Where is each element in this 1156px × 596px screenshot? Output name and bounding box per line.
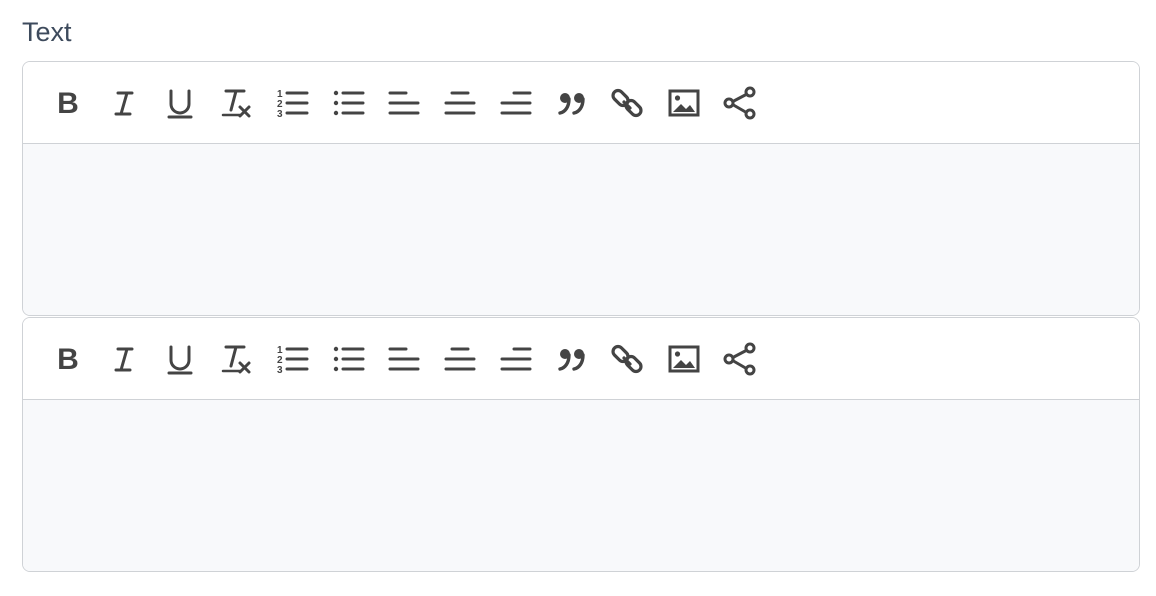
rich-text-editor: B 1 2 3 (22, 61, 1140, 316)
align-left-icon (388, 91, 420, 115)
ordered-list-button[interactable]: 1 2 3 (274, 341, 310, 377)
align-center-button[interactable] (442, 85, 478, 121)
bold-button[interactable]: B (50, 85, 86, 121)
align-right-icon (500, 91, 532, 115)
clear-format-icon (221, 345, 251, 374)
italic-icon (114, 91, 134, 116)
editor-content-area[interactable] (23, 144, 1139, 315)
image-button[interactable] (666, 341, 702, 377)
blockquote-button[interactable] (554, 341, 590, 377)
blockquote-icon (558, 349, 585, 371)
link-icon (611, 88, 643, 118)
underline-icon (167, 345, 193, 375)
image-icon (668, 89, 700, 117)
align-left-icon (388, 347, 420, 371)
svg-text:B: B (57, 343, 79, 376)
italic-button[interactable] (106, 85, 142, 121)
align-right-button[interactable] (498, 341, 534, 377)
clear-format-button[interactable] (218, 341, 254, 377)
blockquote-button[interactable] (554, 85, 590, 121)
editor-toolbar: B 1 2 3 (23, 62, 1139, 144)
editor-content-area[interactable] (23, 400, 1139, 571)
italic-icon (114, 347, 134, 372)
align-right-icon (500, 347, 532, 371)
share-button[interactable] (722, 85, 758, 121)
link-button[interactable] (610, 341, 646, 377)
bullet-list-button[interactable] (330, 85, 366, 121)
bullet-list-icon (333, 90, 365, 116)
italic-button[interactable] (106, 341, 142, 377)
bullet-list-button[interactable] (330, 341, 366, 377)
bold-icon: B (57, 343, 79, 376)
align-center-icon (444, 91, 476, 115)
svg-text:3: 3 (277, 109, 283, 120)
rich-text-editor: B 1 2 3 (22, 317, 1140, 572)
image-icon (668, 345, 700, 373)
svg-text:B: B (57, 87, 79, 120)
clear-format-icon (221, 89, 251, 118)
bold-button[interactable]: B (50, 341, 86, 377)
bold-icon: B (57, 87, 79, 120)
bullet-list-icon (333, 346, 365, 372)
align-center-icon (444, 347, 476, 371)
clear-format-button[interactable] (218, 85, 254, 121)
align-right-button[interactable] (498, 85, 534, 121)
share-button[interactable] (722, 341, 758, 377)
link-button[interactable] (610, 85, 646, 121)
share-icon (723, 342, 756, 376)
underline-button[interactable] (162, 85, 198, 121)
image-button[interactable] (666, 85, 702, 121)
align-left-button[interactable] (386, 341, 422, 377)
underline-button[interactable] (162, 341, 198, 377)
ordered-list-button[interactable]: 1 2 3 (274, 85, 310, 121)
share-icon (723, 86, 756, 120)
underline-icon (167, 89, 193, 119)
align-left-button[interactable] (386, 85, 422, 121)
align-center-button[interactable] (442, 341, 478, 377)
link-icon (611, 344, 643, 374)
svg-text:3: 3 (277, 365, 283, 376)
editor-toolbar: B 1 2 3 (23, 318, 1139, 400)
field-label: Text (22, 17, 72, 47)
blockquote-icon (558, 93, 585, 115)
ordered-list-icon: 1 2 3 (277, 345, 309, 376)
ordered-list-icon: 1 2 3 (277, 89, 309, 120)
